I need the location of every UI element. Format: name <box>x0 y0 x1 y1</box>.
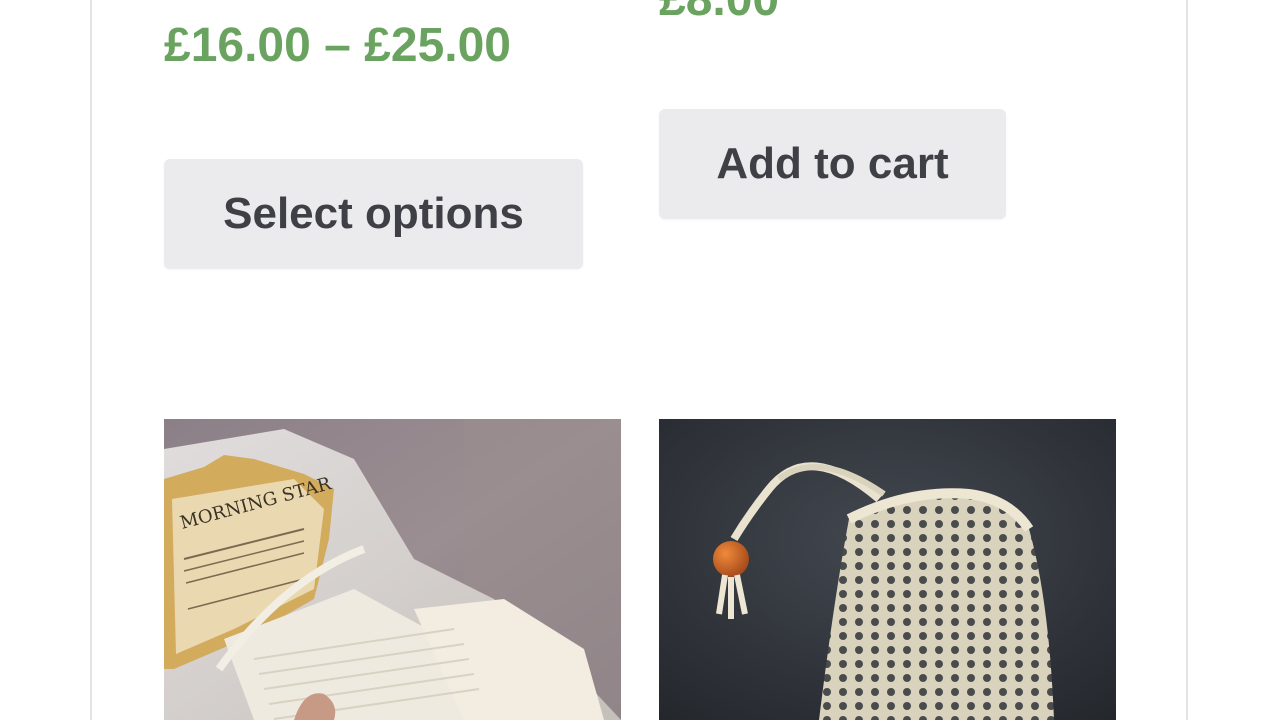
product-image-sisal-bag[interactable] <box>659 419 1116 720</box>
select-options-button[interactable]: Select options <box>164 159 583 269</box>
soap-saver-photo: MORNING STAR <box>164 419 621 720</box>
product-price-range: £16.00 – £25.00 <box>164 19 511 72</box>
product-price: £8.00 <box>659 0 779 24</box>
product-image-soap-saver[interactable]: MORNING STAR <box>164 419 621 720</box>
add-to-cart-button[interactable]: Add to cart <box>659 109 1006 219</box>
shop-page: £16.00 – £25.00 £8.00 Select options Add… <box>0 0 1280 720</box>
sisal-bag-photo <box>659 419 1116 720</box>
